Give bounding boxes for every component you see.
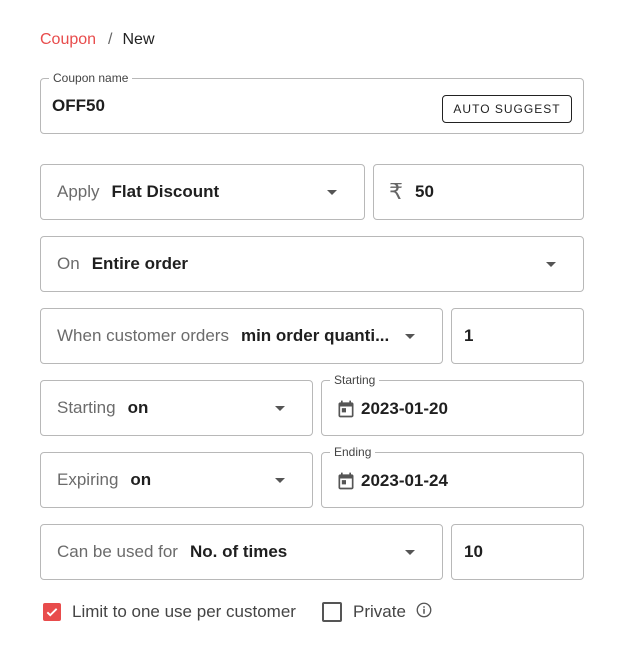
- start-date-value[interactable]: 2023-01-20: [361, 399, 448, 419]
- end-date-field[interactable]: Ending 2023-01-24: [321, 445, 584, 508]
- on-prefix: On: [57, 254, 80, 273]
- chevron-down-icon: [275, 406, 285, 411]
- apply-select[interactable]: Apply Flat Discount: [40, 164, 365, 220]
- chevron-down-icon: [546, 262, 556, 267]
- quantity-value[interactable]: 1: [464, 326, 473, 346]
- starting-select[interactable]: Starting on: [40, 380, 313, 436]
- chevron-down-icon: [275, 478, 285, 483]
- starting-value: on: [127, 398, 149, 417]
- private-checkbox[interactable]: [322, 602, 342, 622]
- amount-field[interactable]: ₹ 50: [373, 164, 584, 220]
- private-label: Private: [353, 602, 406, 621]
- usage-count-value[interactable]: 10: [464, 542, 483, 562]
- coupon-name-value[interactable]: OFF50: [52, 96, 105, 116]
- private-option[interactable]: Private: [322, 602, 433, 622]
- usage-select[interactable]: Can be used for No. of times: [40, 524, 443, 580]
- start-date-legend: Starting: [330, 373, 380, 387]
- starting-prefix: Starting: [57, 398, 116, 417]
- chevron-down-icon: [405, 550, 415, 555]
- end-date-legend: Ending: [330, 445, 376, 459]
- limit-label: Limit to one use per customer: [72, 602, 296, 621]
- usage-value: No. of times: [189, 542, 288, 561]
- apply-value: Flat Discount: [111, 182, 220, 201]
- chevron-down-icon: [327, 190, 337, 195]
- apply-prefix: Apply: [57, 182, 100, 201]
- calendar-icon[interactable]: [336, 471, 356, 491]
- breadcrumb-separator: /: [108, 31, 113, 48]
- when-prefix: When customer orders: [57, 326, 229, 345]
- breadcrumb: Coupon / New: [40, 30, 155, 50]
- expiring-select[interactable]: Expiring on: [40, 452, 313, 508]
- expiring-value: on: [130, 470, 152, 489]
- coupon-name-legend: Coupon name: [49, 71, 133, 85]
- on-select[interactable]: On Entire order: [40, 236, 584, 292]
- limit-one-use-option[interactable]: Limit to one use per customer: [43, 602, 296, 622]
- info-icon[interactable]: [415, 601, 433, 619]
- rupee-icon: ₹: [389, 179, 403, 204]
- coupon-name-field[interactable]: Coupon name OFF50 AUTO SUGGEST: [40, 71, 584, 134]
- limit-checkbox[interactable]: [43, 603, 61, 621]
- end-date-value[interactable]: 2023-01-24: [361, 471, 448, 491]
- expiring-prefix: Expiring: [57, 470, 119, 489]
- when-customer-orders-select[interactable]: When customer orders min order quanti...: [40, 308, 443, 364]
- auto-suggest-button[interactable]: AUTO SUGGEST: [442, 95, 572, 123]
- on-value: Entire order: [91, 254, 189, 273]
- start-date-field[interactable]: Starting 2023-01-20: [321, 373, 584, 436]
- calendar-icon[interactable]: [336, 399, 356, 419]
- chevron-down-icon: [405, 334, 415, 339]
- usage-prefix: Can be used for: [57, 542, 178, 561]
- usage-count-field[interactable]: 10: [451, 524, 584, 580]
- quantity-field[interactable]: 1: [451, 308, 584, 364]
- breadcrumb-coupon-link[interactable]: Coupon: [40, 31, 96, 48]
- breadcrumb-current: New: [122, 31, 155, 48]
- when-value: min order quanti...: [240, 326, 390, 345]
- amount-value[interactable]: 50: [415, 182, 434, 202]
- check-icon: [46, 608, 58, 617]
